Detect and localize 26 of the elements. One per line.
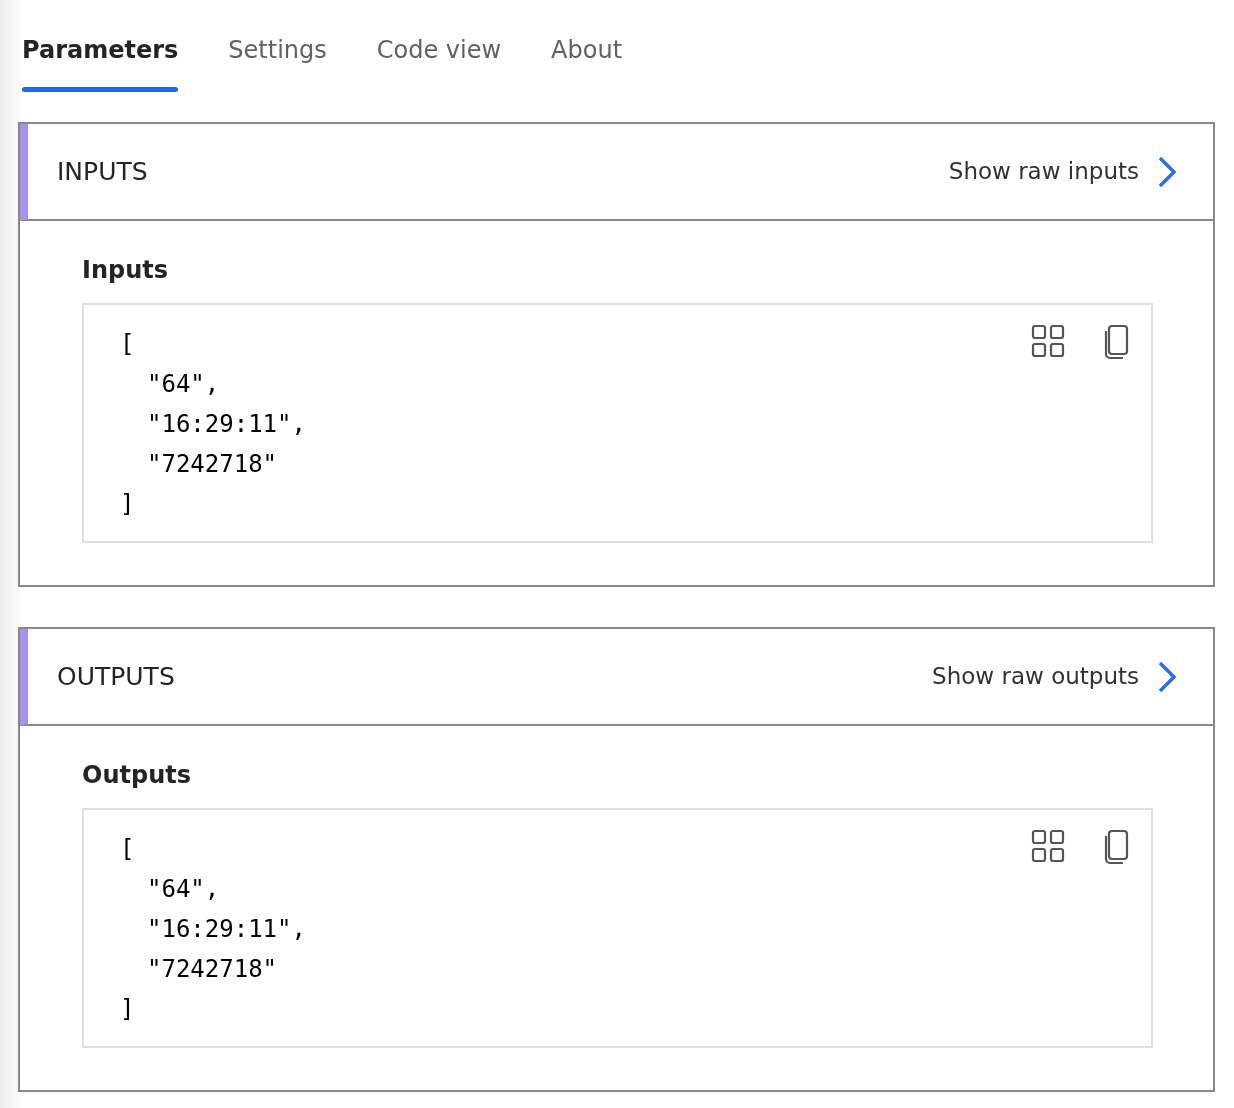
- code-line: "16:29:11",: [146, 914, 306, 945]
- copy-icon[interactable]: [1103, 324, 1129, 360]
- section-title: INPUTS: [57, 155, 148, 188]
- code-line: [: [120, 834, 135, 865]
- code-line: "7242718": [146, 449, 278, 480]
- field-label: Inputs: [82, 255, 170, 286]
- tab[interactable]: About: [551, 32, 623, 92]
- tab[interactable]: Settings: [228, 32, 327, 92]
- code-line: ]: [120, 994, 135, 1025]
- tab[interactable]: Code view: [376, 32, 502, 92]
- code-line: "64",: [146, 874, 220, 905]
- field-label: Outputs: [82, 760, 192, 791]
- chevron-right-icon: [1157, 659, 1177, 694]
- code-line: "7242718": [146, 954, 278, 985]
- show-raw-link[interactable]: Show raw inputs: [948, 154, 1177, 189]
- copy-icon[interactable]: [1103, 829, 1129, 865]
- section-title: OUTPUTS: [57, 660, 175, 693]
- code-line: ]: [120, 489, 135, 520]
- grid-icon[interactable]: [1031, 829, 1065, 863]
- code-line: "16:29:11",: [146, 409, 306, 440]
- grid-icon[interactable]: [1031, 324, 1065, 358]
- code-line: "64",: [146, 369, 220, 400]
- show-raw-link[interactable]: Show raw outputs: [932, 659, 1177, 694]
- tab[interactable]: Parameters: [22, 32, 179, 92]
- code-line: [: [120, 329, 135, 360]
- chevron-right-icon: [1157, 154, 1177, 189]
